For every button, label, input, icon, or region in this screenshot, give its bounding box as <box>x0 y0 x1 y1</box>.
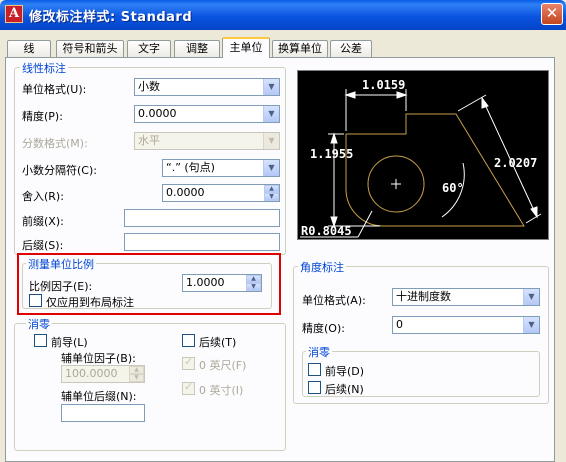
chevron-down-icon: ▼ <box>523 289 539 305</box>
precision-value: 0.0000 <box>138 107 177 120</box>
dim-radius-text: R0.8045 <box>301 224 352 238</box>
round-off-value: 0.0000 <box>166 186 205 199</box>
angular-zero-suppression-title: 消零 <box>306 344 332 360</box>
dim-right-text: 2.0207 <box>494 156 537 170</box>
highlight-box <box>17 253 281 315</box>
zero-inches-checkbox[interactable] <box>182 380 195 395</box>
tab-fit[interactable]: 调整 <box>174 40 220 57</box>
zero-inches-label: 0 英寸(I) <box>199 384 244 397</box>
decimal-separator-dropdown[interactable]: “.” (句点) ▼ <box>162 159 280 177</box>
spin-up-icon[interactable]: ▲ <box>264 185 279 193</box>
dim-top-text: 1.0159 <box>362 78 405 92</box>
dimension-preview: 1.0159 1.1955 2.0207 60° R0.8045 <box>297 70 549 240</box>
chevron-down-icon: ▼ <box>263 79 279 95</box>
extension-line <box>525 213 542 224</box>
suffix-label: 后缀(S): <box>22 239 64 252</box>
fraction-format-label: 分数格式(M): <box>22 137 88 150</box>
angular-precision-value: 0 <box>396 318 403 331</box>
leading-zero-label: 前导(L) <box>51 336 88 349</box>
tab-primary-units[interactable]: 主单位 <box>222 37 270 58</box>
zero-feet-checkbox[interactable] <box>182 355 195 370</box>
linear-dimensions-title: 线性标注 <box>20 60 68 76</box>
dim-angle-text: 60° <box>442 181 464 195</box>
angular-leading-checkbox[interactable] <box>308 363 321 376</box>
suffix-input[interactable] <box>124 233 280 251</box>
preview-labels: 1.0159 1.1955 2.0207 60° R0.8045 <box>301 78 537 238</box>
tab-lines[interactable]: 线 <box>7 40 51 57</box>
angular-unit-format-label: 单位格式(A): <box>302 294 366 307</box>
fraction-format-dropdown[interactable]: 水平 ▼ <box>134 132 280 150</box>
chevron-down-icon: ▼ <box>523 317 539 333</box>
title-bar: A 修改标注样式: Standard ✕ <box>0 0 566 30</box>
angular-trailing-label: 后续(N) <box>325 383 364 396</box>
sub-unit-factor-spinner[interactable]: ▲ ▼ <box>129 366 144 382</box>
chevron-down-icon: ▼ <box>263 160 279 176</box>
trailing-zero-label: 后续(T) <box>199 336 237 349</box>
angular-unit-format-value: 十进制度数 <box>396 290 451 303</box>
tab-text[interactable]: 文字 <box>127 40 171 57</box>
close-button[interactable]: ✕ <box>541 3 563 25</box>
spin-up-icon[interactable]: ▲ <box>129 366 144 374</box>
zero-feet-label: 0 英尺(F) <box>199 359 247 372</box>
autocad-app-icon: A <box>5 5 23 23</box>
arrow-head <box>481 96 489 109</box>
unit-format-value: 小数 <box>138 80 160 93</box>
zero-suppression-title: 消零 <box>26 316 52 332</box>
precision-dropdown[interactable]: 0.0000 ▼ <box>134 105 280 123</box>
sub-unit-suffix-label: 辅单位后缀(N): <box>61 390 137 403</box>
preview-drawing: 1.0159 1.1955 2.0207 60° R0.8045 <box>300 78 542 238</box>
arrow-head <box>344 91 356 99</box>
spin-down-icon[interactable]: ▼ <box>264 193 279 201</box>
angular-trailing-checkbox[interactable] <box>308 381 321 394</box>
sub-unit-factor-value: 100.0000 <box>65 367 118 380</box>
trailing-zero-checkbox[interactable] <box>182 334 195 347</box>
tab-alternate-units[interactable]: 换算单位 <box>272 40 328 57</box>
dim-left-text: 1.1955 <box>310 147 353 161</box>
leading-zero-checkbox[interactable] <box>34 334 47 347</box>
round-off-input[interactable]: 0.0000 ▲ ▼ <box>162 184 280 202</box>
angular-precision-label: 精度(O): <box>302 322 345 335</box>
window-title: 修改标注样式: Standard <box>29 10 193 25</box>
spin-down-icon[interactable]: ▼ <box>129 374 144 382</box>
tab-tolerances[interactable]: 公差 <box>330 40 372 57</box>
round-off-label: 舍入(R): <box>22 190 64 203</box>
sub-unit-suffix-input[interactable] <box>61 404 145 422</box>
chevron-down-icon: ▼ <box>263 106 279 122</box>
angular-leading-label: 前导(D) <box>325 365 365 378</box>
angular-precision-dropdown[interactable]: 0 ▼ <box>392 316 540 334</box>
decimal-separator-label: 小数分隔符(C): <box>22 164 97 177</box>
prefix-label: 前缀(X): <box>22 215 64 228</box>
precision-label: 精度(P): <box>22 110 63 123</box>
arrow-head <box>396 91 408 99</box>
tab-symbols-arrows[interactable]: 符号和箭头 <box>56 40 124 57</box>
unit-format-label: 单位格式(U): <box>22 83 87 96</box>
sub-unit-factor-label: 辅单位因子(B): <box>61 352 136 365</box>
round-off-spinner[interactable]: ▲ ▼ <box>264 185 279 201</box>
arrow-head <box>530 206 538 219</box>
chevron-down-icon: ▼ <box>263 133 279 149</box>
fraction-format-value: 水平 <box>138 134 160 147</box>
decimal-separator-value: “.” (句点) <box>166 161 215 174</box>
prefix-input[interactable] <box>124 209 280 227</box>
sub-unit-factor-input[interactable]: 100.0000 ▲ ▼ <box>61 365 145 383</box>
unit-format-dropdown[interactable]: 小数 ▼ <box>134 78 280 96</box>
angular-dimensions-title: 角度标注 <box>298 259 346 275</box>
angular-unit-format-dropdown[interactable]: 十进制度数 ▼ <box>392 288 540 306</box>
arrow-head <box>330 132 338 144</box>
